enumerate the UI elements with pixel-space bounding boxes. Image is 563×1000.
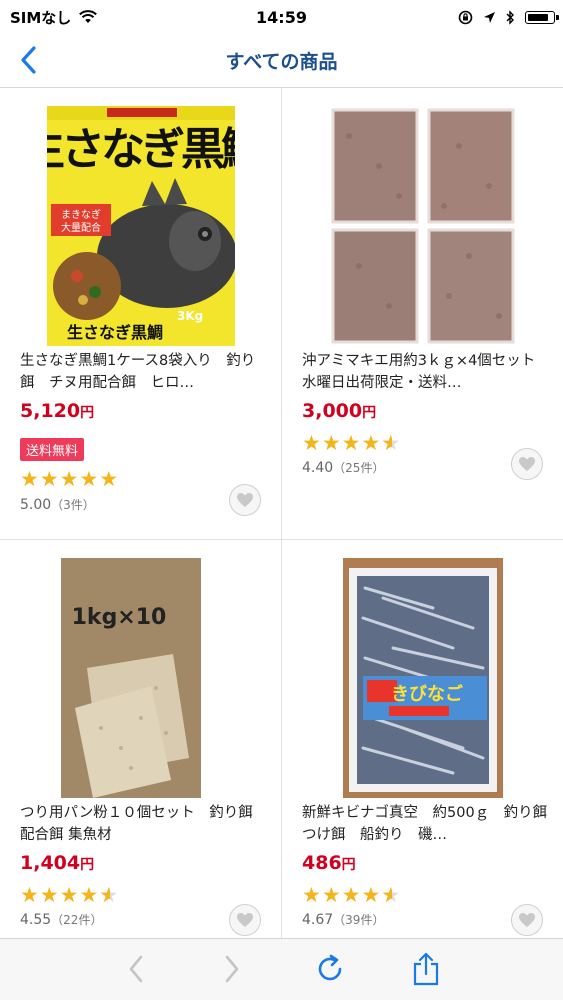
svg-text:大量配合: 大量配合 <box>61 221 101 234</box>
star-icon: ★ <box>20 467 40 491</box>
star-icon: ★ <box>341 883 362 907</box>
rating-score: 5.00（3件） <box>20 497 95 513</box>
star-icon: ★ <box>361 883 382 907</box>
heart-icon <box>519 913 535 927</box>
review-count: （3件） <box>51 498 95 512</box>
review-count: （25件） <box>333 461 385 475</box>
carrier-label: SIMなし <box>10 8 72 27</box>
star-icon: ★ <box>321 883 342 907</box>
star-icon: ★ <box>381 432 401 454</box>
grid-divider <box>0 539 563 540</box>
location-icon <box>484 11 495 23</box>
browser-toolbar <box>0 938 563 1000</box>
star-icon: ★ <box>79 467 100 491</box>
star-icon: ★ <box>59 467 80 491</box>
product-price: 5,120円 <box>20 400 95 422</box>
svg-text:1kg×10: 1kg×10 <box>71 605 166 630</box>
status-bar: SIMなし 14:59 <box>0 0 563 34</box>
star-rating: ★★★★★ <box>302 884 401 906</box>
product-name[interactable]: つり用パン粉１０個セット 釣り餌 配合餌 集魚材 <box>20 802 267 846</box>
page-title: すべての商品 <box>225 51 338 73</box>
svg-text:3Kg: 3Kg <box>177 309 203 323</box>
product-image[interactable]: 生さなぎ黒鯛 まきなぎ 大量配合 生さなぎ黒鯛 3Kg <box>46 106 235 346</box>
favorite-button[interactable] <box>229 484 261 516</box>
product-grid: 生さなぎ黒鯛 まきなぎ 大量配合 生さなぎ黒鯛 3Kg 生さなぎ黒鯛1ケース8袋… <box>0 88 563 938</box>
product-name[interactable]: 新鮮キビナゴ真空 約500ｇ 釣り餌 つけ餌 船釣り 磯… <box>302 802 549 846</box>
review-count: （39件） <box>333 913 385 927</box>
product-price: 1,404円 <box>20 852 95 874</box>
heart-icon <box>519 457 535 471</box>
star-rating: ★★★★★ <box>20 468 119 490</box>
favorite-button[interactable] <box>511 448 543 480</box>
heart-icon <box>237 493 253 507</box>
rating-score: 4.40（25件） <box>302 460 385 476</box>
browser-forward-button[interactable] <box>214 951 250 987</box>
star-icon: ★ <box>99 884 119 906</box>
reload-button[interactable] <box>312 951 348 987</box>
star-icon: ★ <box>302 431 322 455</box>
star-icon: ★ <box>99 467 120 491</box>
star-rating: ★★★★★ <box>20 884 119 906</box>
browser-back-button[interactable] <box>118 951 154 987</box>
star-icon: ★ <box>361 431 382 455</box>
svg-text:きびなご: きびなご <box>391 683 463 705</box>
free-shipping-badge: 送料無料 <box>20 438 85 461</box>
navigation-bar: すべての商品 <box>0 34 563 88</box>
product-name[interactable]: 生さなぎ黒鯛1ケース8袋入り 釣り餌 チヌ用配合餌 ヒロ… <box>20 350 267 394</box>
svg-text:生さなぎ黒鯛: 生さなぎ黒鯛 <box>67 323 163 342</box>
star-icon: ★ <box>321 431 342 455</box>
star-rating: ★★★★★ <box>302 432 401 454</box>
reload-icon <box>318 954 342 981</box>
product-image[interactable]: きびなご <box>342 558 503 798</box>
favorite-button[interactable] <box>511 904 543 936</box>
grid-divider <box>281 88 282 938</box>
star-icon: ★ <box>20 883 40 907</box>
star-icon: ★ <box>302 883 322 907</box>
star-icon: ★ <box>39 883 60 907</box>
star-icon: ★ <box>381 884 401 906</box>
chevron-left-icon <box>21 46 36 74</box>
product-name[interactable]: 沖アミマキエ用約3ｋｇ×4個セット 水曜日出荷限定・送料… <box>302 350 549 394</box>
svg-text:生さなぎ黒鯛: 生さなぎ黒鯛 <box>47 124 235 175</box>
favorite-button[interactable] <box>229 904 261 936</box>
product-image[interactable]: 1kg×10 <box>60 558 221 798</box>
share-button[interactable] <box>408 951 444 987</box>
back-button[interactable] <box>10 42 46 78</box>
rating-score: 4.67（39件） <box>302 912 385 928</box>
star-icon: ★ <box>39 467 60 491</box>
product-price: 3,000円 <box>302 400 377 422</box>
orientation-lock-icon <box>458 10 473 24</box>
wifi-icon <box>79 10 98 23</box>
chevron-left-icon <box>129 955 143 983</box>
battery-icon <box>525 10 559 24</box>
rating-score: 4.55（22件） <box>20 912 103 928</box>
bluetooth-icon <box>506 9 514 25</box>
heart-icon <box>237 913 253 927</box>
share-icon <box>413 952 439 986</box>
star-icon: ★ <box>79 883 100 907</box>
product-price: 486円 <box>302 852 356 874</box>
svg-text:まきなぎ: まきなぎ <box>61 208 101 221</box>
star-icon: ★ <box>341 431 362 455</box>
chevron-right-icon <box>225 955 239 983</box>
review-count: （22件） <box>51 913 103 927</box>
star-icon: ★ <box>59 883 80 907</box>
product-image[interactable] <box>328 106 517 346</box>
